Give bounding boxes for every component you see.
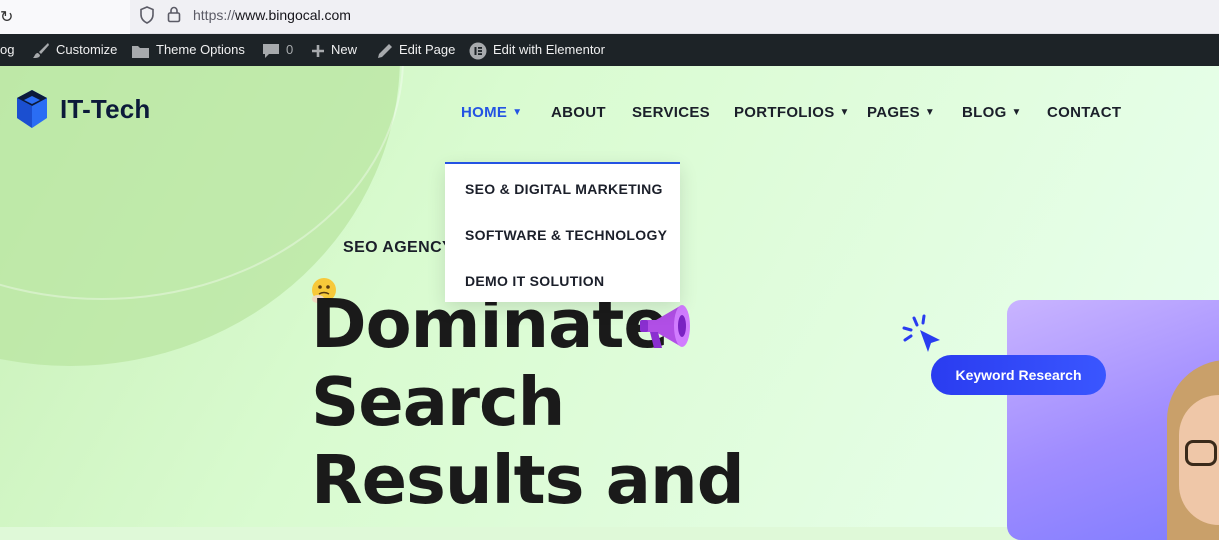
photo-glasses [1185, 440, 1217, 466]
admin-bar-edit-page-label: Edit Page [399, 42, 456, 57]
url-protocol: https:// [193, 7, 236, 23]
hero-photo [1007, 300, 1219, 540]
elementor-icon [469, 42, 487, 60]
admin-bar-item-customize[interactable]: Customize [32, 34, 117, 66]
admin-bar-new-label: New [331, 42, 358, 57]
shield-icon[interactable] [139, 6, 155, 24]
chevron-down-icon: ▼ [1011, 107, 1022, 118]
nav-item-contact[interactable]: CONTACT [1047, 104, 1121, 121]
admin-bar-item-comments[interactable]: 0 [262, 34, 293, 66]
admin-bar-theme-options-label: Theme Options [156, 42, 245, 57]
cursor-click-icon [902, 314, 940, 352]
reload-icon[interactable]: ↻ [0, 7, 13, 27]
megaphone-icon [640, 305, 690, 348]
dropdown-item-software[interactable]: SOFTWARE & TECHNOLOGY [465, 227, 667, 243]
nav-label: SERVICES [632, 104, 710, 121]
nav-label: ABOUT [551, 104, 606, 121]
admin-bar-elementor-label: Edit with Elementor [493, 42, 605, 57]
admin-bar-blog-label: og [0, 42, 15, 57]
lock-icon[interactable] [166, 5, 182, 23]
nav-item-pages[interactable]: PAGES ▼ [867, 104, 935, 121]
nav-label: HOME [461, 104, 508, 121]
nav-item-services[interactable]: SERVICES [632, 104, 710, 121]
comment-icon [263, 43, 279, 58]
headline-line: Results and [311, 441, 745, 519]
chevron-down-icon: ▼ [512, 107, 523, 118]
nav-item-portfolios[interactable]: PORTFOLIOS ▼ [734, 104, 850, 121]
admin-bar-item-theme-options[interactable]: Theme Options [131, 34, 245, 66]
admin-bar-item-blog[interactable]: og [0, 34, 14, 66]
plus-icon [312, 44, 324, 57]
url-host: www.bingocal.com [235, 7, 351, 23]
chevron-down-icon: ▼ [924, 107, 936, 118]
admin-bar-item-new[interactable]: New [311, 34, 357, 66]
nav-label: PAGES [867, 104, 920, 121]
nav-item-blog[interactable]: BLOG ▼ [962, 104, 1022, 121]
chevron-down-icon: ▼ [839, 107, 850, 118]
paintbrush-icon [33, 42, 49, 58]
nav-item-about[interactable]: ABOUT [551, 104, 606, 121]
wp-admin-bar: og Customize Theme Options 0 New Edit Pa… [0, 34, 1219, 66]
admin-bar-item-edit-page[interactable]: Edit Page [377, 34, 455, 66]
comments-count: 0 [286, 42, 294, 57]
dropdown-item-demo[interactable]: DEMO IT SOLUTION [465, 273, 604, 289]
admin-bar-customize-label: Customize [56, 42, 118, 57]
nav-label: BLOG [962, 104, 1007, 121]
nav-label: PORTFOLIOS [734, 104, 835, 121]
dropdown-item-seo[interactable]: SEO & DIGITAL MARKETING [465, 181, 663, 197]
admin-bar-item-elementor[interactable]: Edit with Elementor [469, 34, 605, 66]
url-field[interactable]: https://www.bingocal.com [193, 7, 351, 23]
site-name: IT-Tech [60, 93, 151, 124]
home-dropdown-menu: SEO & DIGITAL MARKETING SOFTWARE & TECHN… [445, 162, 680, 302]
nav-item-home[interactable]: HOME ▼ [461, 104, 522, 121]
site-logo[interactable]: IT-Tech [14, 88, 150, 130]
nav-label: CONTACT [1047, 104, 1122, 121]
keyword-research-button[interactable]: Keyword Research [931, 355, 1106, 395]
folder-icon [132, 45, 149, 58]
browser-url-bar: ↻ https://www.bingocal.com [0, 0, 1219, 34]
logo-mark-icon [17, 90, 47, 128]
pencil-icon [378, 43, 392, 58]
headline-line: Search [311, 363, 565, 441]
browser-tab-area [0, 0, 130, 34]
hero-subtitle: SEO AGENCY [343, 239, 454, 256]
